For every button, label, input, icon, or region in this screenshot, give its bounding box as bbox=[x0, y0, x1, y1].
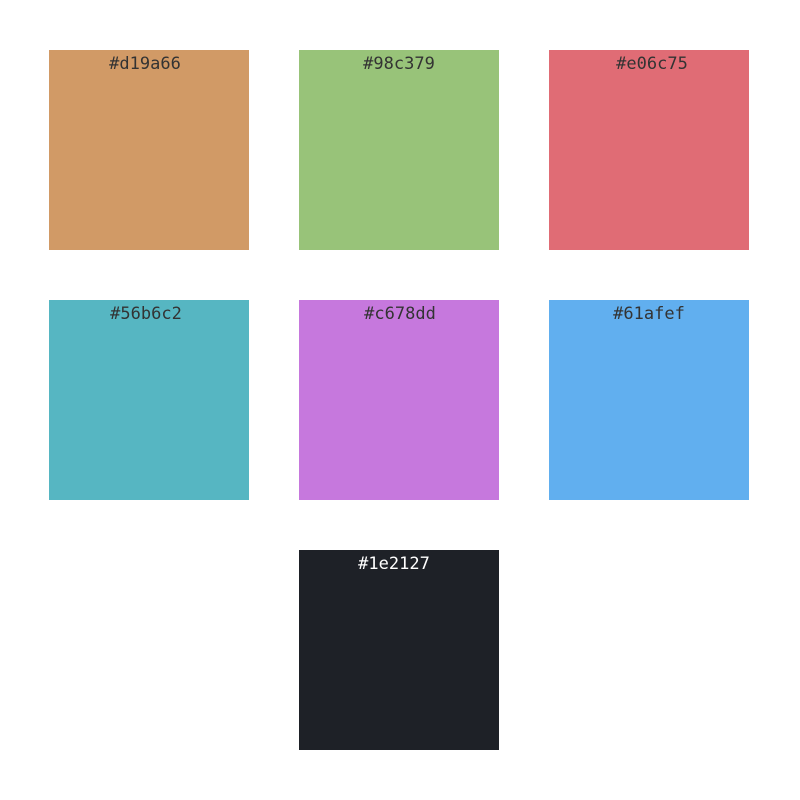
swatch-hex-label: #61afef bbox=[613, 304, 685, 324]
color-swatch-dark: #1e2127 bbox=[299, 550, 499, 750]
color-swatch-red: #e06c75 bbox=[549, 50, 749, 250]
color-swatch-blue: #61afef bbox=[549, 300, 749, 500]
color-swatch-purple: #c678dd bbox=[299, 300, 499, 500]
color-swatch-green: #98c379 bbox=[299, 50, 499, 250]
swatch-hex-label: #e06c75 bbox=[616, 54, 688, 74]
color-swatch-orange: #d19a66 bbox=[49, 50, 249, 250]
swatch-hex-label: #d19a66 bbox=[109, 54, 181, 74]
swatch-hex-label: #c678dd bbox=[364, 304, 436, 324]
color-swatch-cyan: #56b6c2 bbox=[49, 300, 249, 500]
swatch-hex-label: #1e2127 bbox=[358, 554, 430, 574]
swatch-hex-label: #56b6c2 bbox=[110, 304, 182, 324]
swatch-hex-label: #98c379 bbox=[363, 54, 435, 74]
